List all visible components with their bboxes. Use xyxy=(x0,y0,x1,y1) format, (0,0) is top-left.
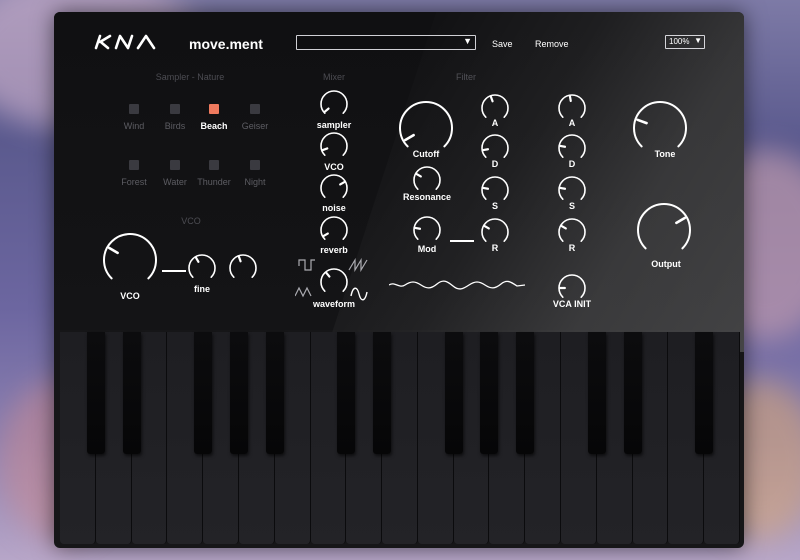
black-key[interactable] xyxy=(623,332,642,454)
black-key[interactable] xyxy=(480,332,499,454)
mixer-vco-label: VCO xyxy=(324,162,344,172)
connector-line xyxy=(162,270,186,272)
fine-label: fine xyxy=(193,284,210,294)
env-a-label: A xyxy=(568,118,576,128)
env-s-label: S xyxy=(568,201,575,211)
black-key[interactable] xyxy=(587,332,606,454)
black-key[interactable] xyxy=(373,332,392,454)
sampler-title: Sampler - Nature xyxy=(155,72,225,82)
zoom-value: 100% xyxy=(669,37,690,46)
sampler-pad-forest[interactable] xyxy=(129,160,139,170)
modulation-display xyxy=(389,280,525,290)
black-key[interactable] xyxy=(695,332,714,454)
square-wave-icon xyxy=(298,259,315,271)
vco-extra-knob[interactable] xyxy=(227,252,259,284)
output-knob[interactable] xyxy=(635,201,693,259)
env-r-label: R xyxy=(568,243,576,253)
black-key[interactable] xyxy=(516,332,535,454)
mixer-title: Mixer xyxy=(323,72,345,82)
mixer-reverb-knob[interactable] xyxy=(318,214,350,246)
black-key[interactable] xyxy=(122,332,141,454)
sampler-pad-birds[interactable] xyxy=(170,104,180,114)
filter-s-label: S xyxy=(491,201,498,211)
filter-title: Filter xyxy=(456,72,476,82)
output-label: Output xyxy=(651,259,681,269)
piano-keyboard[interactable] xyxy=(60,332,740,544)
vco-knob[interactable] xyxy=(101,231,159,289)
cutoff-label: Cutoff xyxy=(412,149,440,159)
vco-section-title: VCO xyxy=(181,216,201,226)
triangle-wave-icon xyxy=(295,286,312,298)
filter-a-label: A xyxy=(491,118,499,128)
waveform-label: waveform xyxy=(312,299,356,309)
black-key[interactable] xyxy=(194,332,213,454)
black-key[interactable] xyxy=(265,332,284,454)
save-button[interactable]: Save xyxy=(492,39,513,49)
sampler-pad-geiser[interactable] xyxy=(250,104,260,114)
preset-select[interactable]: ▼ xyxy=(296,35,476,50)
mixer-sampler-label: sampler xyxy=(316,120,352,130)
synth-window: move.ment ▼ Save Remove 100% ▼ Sampler -… xyxy=(54,12,744,548)
filter-r-label: R xyxy=(491,243,499,253)
black-key[interactable] xyxy=(86,332,105,454)
sampler-pad-water[interactable] xyxy=(170,160,180,170)
sampler-pad-label: Night xyxy=(244,177,266,187)
mixer-noise-knob[interactable] xyxy=(318,172,350,204)
saw-wave-icon xyxy=(348,257,368,273)
sampler-pad-label: Geiser xyxy=(241,121,269,131)
app-title: move.ment xyxy=(189,36,263,52)
mixer-vco-knob[interactable] xyxy=(318,130,350,162)
sampler-pad-night[interactable] xyxy=(250,160,260,170)
env-d-label: D xyxy=(568,159,576,169)
fine-knob[interactable] xyxy=(186,252,218,284)
chevron-down-icon: ▼ xyxy=(463,36,472,46)
sampler-pad-thunder[interactable] xyxy=(209,160,219,170)
mod-knob[interactable] xyxy=(411,214,443,246)
mixer-noise-label: noise xyxy=(322,203,346,213)
vco-label: VCO xyxy=(120,291,140,301)
connector-line xyxy=(450,240,474,242)
sampler-pad-beach[interactable] xyxy=(209,104,219,114)
kia-logo xyxy=(94,34,156,50)
tone-label: Tone xyxy=(654,149,676,159)
chevron-down-icon: ▼ xyxy=(694,36,702,45)
mixer-reverb-label: reverb xyxy=(320,245,348,255)
remove-button[interactable]: Remove xyxy=(535,39,569,49)
vca-init-label: VCA INIT xyxy=(552,299,592,309)
sampler-pad-wind[interactable] xyxy=(129,104,139,114)
mixer-sampler-knob[interactable] xyxy=(318,88,350,120)
black-key[interactable] xyxy=(229,332,248,454)
waveform-knob[interactable] xyxy=(318,266,350,298)
black-key[interactable] xyxy=(337,332,356,454)
zoom-select[interactable]: 100% ▼ xyxy=(665,35,705,49)
black-key[interactable] xyxy=(444,332,463,454)
filter-d-label: D xyxy=(491,159,499,169)
